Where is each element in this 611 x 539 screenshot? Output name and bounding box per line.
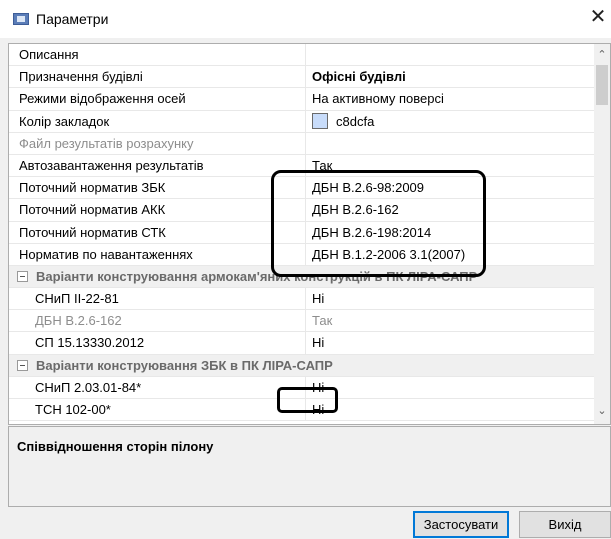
property-value[interactable]: Офісні будівлі — [305, 66, 595, 89]
property-group-row[interactable]: Варіанти конструювання ЗБК в ПК ЛІРА-САП… — [9, 354, 595, 377]
property-name-text: Поточний норматив АКК — [19, 202, 166, 218]
property-value[interactable]: ДБН В.2.6-98:2009 — [305, 177, 595, 200]
property-row[interactable]: Режими відображення осей На активному пов… — [9, 88, 595, 111]
property-value[interactable] — [305, 44, 595, 66]
property-value-text: ДБН В.2.6-98:2009 — [312, 180, 425, 196]
property-name: Варіанти конструювання армокам'яних конс… — [17, 266, 577, 288]
property-name: ТСН 102-00* — [35, 399, 305, 421]
property-name-text: Варіанти конструювання армокам'яних конс… — [36, 268, 478, 284]
property-row[interactable]: ДБН В.2.6-162 Так — [9, 310, 595, 333]
property-name-text: Описання — [19, 47, 79, 62]
property-value[interactable]: Ні — [305, 288, 595, 311]
property-value[interactable]: Ні — [305, 399, 595, 421]
property-name-text: СНиП 2.03.01-84* — [35, 379, 142, 395]
color-swatch[interactable] — [312, 113, 328, 130]
property-value[interactable]: Так — [305, 310, 595, 333]
property-value[interactable]: Ні — [305, 332, 595, 355]
property-row[interactable]: СНиП 2.03.01-84* Ні — [9, 376, 595, 399]
property-value-text: Так — [312, 157, 333, 173]
property-row[interactable]: Колір закладок c8dcfa — [9, 110, 595, 133]
property-row[interactable]: Описання — [9, 44, 595, 67]
property-name: СНиП 2.03.01-84* — [35, 377, 305, 399]
property-value-text: Ні — [312, 335, 325, 351]
property-value[interactable] — [305, 132, 595, 155]
property-value-text: Офісні будівлі — [312, 69, 406, 85]
property-name-text: ДБН В.2.6-162 — [35, 313, 122, 329]
property-name-text: Варіанти конструювання ЗБК в ПК ЛІРА-САП… — [36, 357, 333, 373]
property-name: ДБН В.2.6-162 — [35, 310, 305, 332]
property-value-text: Ні — [312, 402, 325, 417]
property-name-text: ТСН 102-00* — [35, 402, 111, 417]
property-name: Поточний норматив ЗБК — [19, 177, 305, 199]
property-name: Поточний норматив АКК — [19, 199, 305, 221]
description-panel: Співвідношення сторін пілону — [8, 426, 611, 507]
property-name-text: Призначення будівлі — [19, 69, 143, 85]
property-value-text: Ні — [312, 379, 325, 395]
property-row[interactable]: Автозавантаження результатів Так — [9, 154, 595, 178]
collapse-icon[interactable] — [17, 359, 28, 371]
title-bar: Параметри ✕ — [0, 0, 611, 38]
scroll-thumb[interactable] — [596, 65, 608, 105]
property-value-text: Ні — [312, 291, 325, 307]
property-name-text: Поточний норматив ЗБК — [19, 180, 166, 196]
property-name: Автозавантаження результатів — [19, 155, 305, 177]
property-name-text: Поточний норматив СТК — [19, 224, 166, 240]
property-group-row[interactable]: Варіанти конструювання армокам'яних конс… — [9, 265, 595, 289]
property-row[interactable]: ТСН 102-00* Ні — [9, 399, 595, 422]
property-name-text: СНиП II-22-81 — [35, 291, 119, 307]
exit-button[interactable]: Вихід — [519, 511, 611, 538]
property-name-text: Файл результатів розрахунку — [19, 135, 194, 151]
property-value[interactable]: Так — [305, 154, 595, 177]
scroll-up-icon[interactable]: ⌃ — [594, 48, 610, 62]
property-name-text: Колір закладок — [19, 113, 110, 129]
property-name: Режими відображення осей — [19, 88, 305, 110]
property-value-text: На активному поверсі — [312, 91, 444, 107]
window-icon — [13, 13, 29, 25]
close-icon[interactable]: ✕ — [587, 6, 609, 28]
vertical-scrollbar[interactable]: ⌃ ⌄ — [594, 44, 610, 424]
property-value[interactable]: ДБН В.2.6-162 — [305, 199, 595, 222]
property-row[interactable]: Поточний норматив АКК ДБН В.2.6-162 — [9, 199, 595, 222]
scroll-down-icon[interactable]: ⌄ — [594, 404, 610, 418]
description-text: Співвідношення сторін пілону — [17, 439, 214, 454]
property-name: Файл результатів розрахунку — [19, 133, 305, 155]
apply-button[interactable]: Застосувати — [413, 511, 509, 538]
property-row[interactable]: СП 15.13330.2012 Ні — [9, 332, 595, 355]
property-row[interactable]: Призначення будівлі Офісні будівлі — [9, 66, 595, 89]
property-rows: Описання Призначення будівлі Офісні будівл… — [9, 44, 595, 422]
property-value-text: ДБН В.2.6-198:2014 — [312, 224, 432, 240]
property-value[interactable]: Ні — [305, 376, 595, 399]
property-grid: Описання Призначення будівлі Офісні будівл… — [8, 43, 611, 425]
property-row[interactable]: Норматив по навантаженнях ДБН В.1.2-2006 … — [9, 243, 595, 266]
property-name: Колір закладок — [19, 111, 305, 133]
property-row[interactable]: СНиП II-22-81 Ні — [9, 288, 595, 311]
property-name: СНиП II-22-81 — [35, 288, 305, 310]
window-title: Параметри — [36, 11, 109, 27]
property-value-text: ДБН В.2.6-162 — [312, 202, 399, 218]
property-value-text: ДБН В.1.2-2006 3.1(2007) — [312, 246, 466, 262]
property-row[interactable]: Файл результатів розрахунку — [9, 132, 595, 155]
collapse-icon[interactable] — [17, 270, 28, 282]
property-value[interactable]: ДБН В.1.2-2006 3.1(2007) — [305, 243, 595, 266]
property-name: Описання — [19, 44, 305, 66]
property-name: СП 15.13330.2012 — [35, 332, 305, 354]
property-name-text: Режими відображення осей — [19, 91, 186, 107]
property-name: Поточний норматив СТК — [19, 222, 305, 244]
property-value[interactable]: c8dcfa — [305, 110, 595, 133]
property-name: Варіанти конструювання ЗБК в ПК ЛІРА-САП… — [17, 355, 577, 377]
property-name-text: Норматив по навантаженнях — [19, 246, 193, 262]
property-value[interactable]: На активному поверсі — [305, 88, 595, 111]
property-value-text: c8dcfa — [336, 113, 375, 129]
property-value[interactable]: ДБН В.2.6-198:2014 — [305, 221, 595, 244]
property-name-text: СП 15.13330.2012 — [35, 335, 145, 351]
property-row[interactable]: Поточний норматив СТК ДБН В.2.6-198:2014 — [9, 221, 595, 244]
property-name: Призначення будівлі — [19, 66, 305, 88]
property-name-text: Автозавантаження результатів — [19, 157, 204, 173]
property-name: Норматив по навантаженнях — [19, 244, 305, 266]
property-value-text: Так — [312, 313, 333, 329]
property-row[interactable]: Поточний норматив ЗБК ДБН В.2.6-98:2009 — [9, 177, 595, 200]
